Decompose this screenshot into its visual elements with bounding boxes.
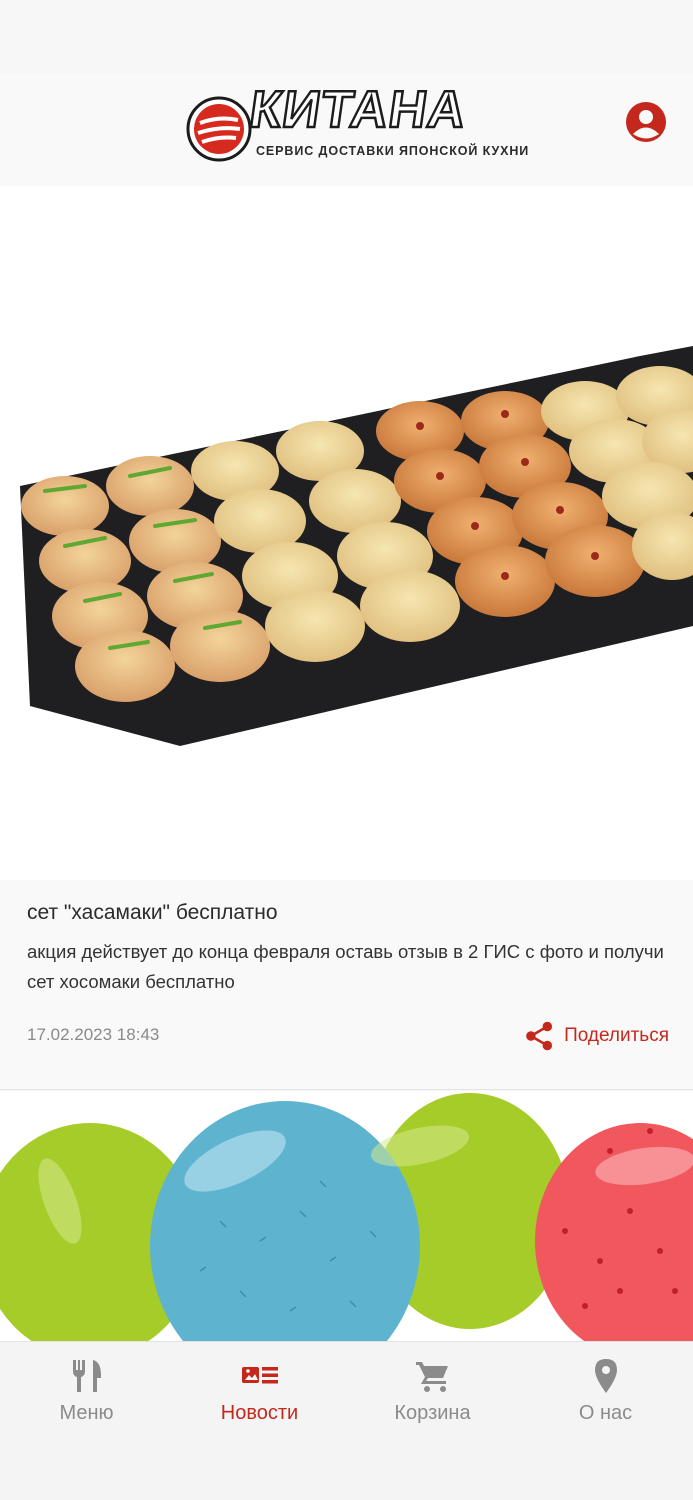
share-label: Поделиться bbox=[564, 1025, 669, 1046]
tab-cart[interactable]: Корзина bbox=[346, 1342, 519, 1452]
share-button[interactable]: Поделиться bbox=[524, 1018, 669, 1054]
balloons-picture bbox=[0, 1093, 693, 1341]
logo: КИТАНА СЕРВИС ДОСТАВКИ ЯПОНСКОЙ КУХНИ bbox=[186, 80, 528, 164]
tab-about-label: О нас bbox=[578, 1402, 633, 1424]
tab-cart-label: Корзина bbox=[394, 1402, 471, 1424]
bottom-tab-bar: Меню Новости Корзина О нас bbox=[0, 1341, 693, 1500]
tab-about[interactable]: О нас bbox=[519, 1342, 692, 1452]
cart-icon bbox=[415, 1362, 448, 1392]
news-date: 17.02.2023 18:43 bbox=[27, 1025, 160, 1044]
tab-menu[interactable]: Меню bbox=[0, 1342, 173, 1452]
location-pin-icon bbox=[594, 1359, 617, 1393]
news-body: акция действует до конца февраля оставь … bbox=[27, 941, 664, 992]
news-icon bbox=[241, 1367, 278, 1384]
tab-news-label: Новости bbox=[220, 1402, 299, 1424]
news-image-sushi-set bbox=[0, 186, 693, 880]
profile-button[interactable] bbox=[625, 101, 667, 143]
logo-wordmark: КИТАНА bbox=[245, 80, 472, 141]
logo-tagline: СЕРВИС ДОСТАВКИ ЯПОНСКОЙ КУХНИ bbox=[256, 144, 530, 158]
sushi-set-picture bbox=[20, 346, 693, 746]
share-icon bbox=[526, 1021, 553, 1051]
status-bar bbox=[0, 0, 693, 74]
fork-knife-icon bbox=[72, 1360, 101, 1392]
news-card[interactable]: сет "хасамаки" бесплатно акция действует… bbox=[0, 880, 693, 1090]
tab-menu-label: Меню bbox=[59, 1402, 114, 1424]
news-image-balloons bbox=[0, 1091, 693, 1341]
news-title: сет "хасамаки" бесплатно bbox=[27, 901, 278, 924]
app-header: КИТАНА СЕРВИС ДОСТАВКИ ЯПОНСКОЙ КУХНИ bbox=[0, 74, 693, 186]
logo-emblem-icon bbox=[186, 96, 252, 162]
tab-news[interactable]: Новости bbox=[173, 1342, 346, 1452]
